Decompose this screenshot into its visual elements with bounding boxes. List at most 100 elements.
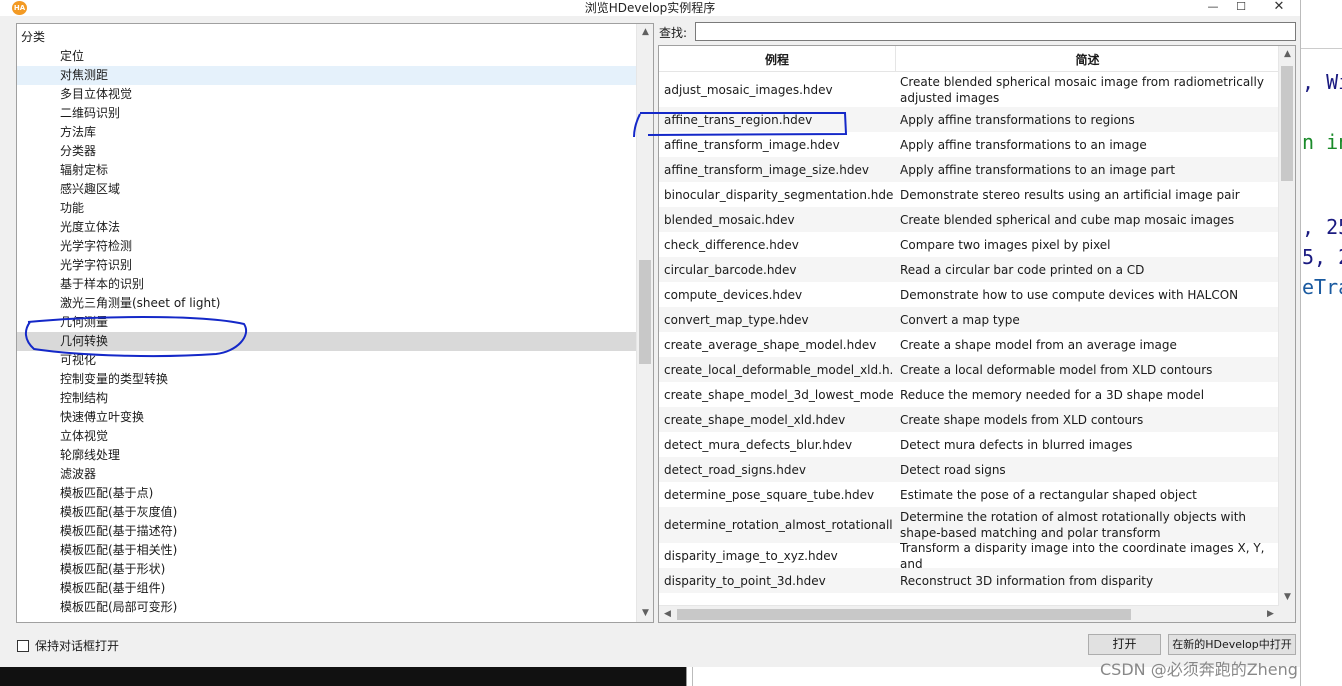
example-name-cell: detect_mura_defects_blur.hdev [664, 437, 853, 452]
examples-table: 例程 简述 adjust_mosaic_images.hdev Create bl… [658, 45, 1296, 623]
table-row[interactable]: affine_trans_region.hdev Apply affine tra… [659, 107, 1279, 132]
category-header: 分类 [21, 30, 46, 44]
example-name-cell: check_difference.hdev [664, 237, 799, 252]
category-item[interactable]: 几何转换 [17, 332, 637, 351]
watermark: CSDN @必须奔跑的Zheng [1100, 660, 1298, 679]
category-item[interactable]: 二维码识别 [17, 104, 637, 123]
category-item[interactable]: 模板匹配(基于描述符) [17, 522, 637, 541]
table-row[interactable]: disparity_image_to_xyz.hdev Transform a d… [659, 543, 1279, 568]
table-row[interactable]: detect_mura_defects_blur.hdev Detect mura… [659, 432, 1279, 457]
category-item[interactable]: 控制结构 [17, 389, 637, 408]
category-item[interactable]: 几何测量 [17, 313, 637, 332]
category-item[interactable]: 光学字符识别 [17, 256, 637, 275]
table-row[interactable]: blended_mosaic.hdev Create blended spheri… [659, 207, 1279, 232]
table-row[interactable]: binocular_disparity_segmentation.hdev Dem… [659, 182, 1279, 207]
example-description-cell: Create shape models from XLD contours [900, 412, 1144, 427]
example-name-cell: determine_rotation_almost_rotationall... [664, 518, 893, 532]
open-in-new-hdevelop-button[interactable]: 在新的HDevelop中打开 [1168, 634, 1296, 655]
open-button[interactable]: 打开 [1088, 634, 1161, 655]
editor-divider [1301, 48, 1342, 49]
category-item[interactable]: 模板匹配(基于相关性) [17, 541, 637, 560]
table-row[interactable]: detect_road_signs.hdev Detect road signs [659, 457, 1279, 482]
table-row[interactable]: convert_map_type.hdev Convert a map type [659, 307, 1279, 332]
table-row[interactable]: check_difference.hdev Compare two images … [659, 232, 1279, 257]
keep-open-option[interactable]: 保持对话框打开 [17, 637, 119, 654]
keep-open-checkbox[interactable] [17, 639, 29, 652]
category-item[interactable]: 模板匹配(基于形状) [17, 560, 637, 579]
category-item[interactable]: 功能 [17, 199, 637, 218]
category-item[interactable]: 模板匹配(基于组件) [17, 579, 637, 598]
category-item[interactable]: 定位 [17, 47, 637, 66]
example-description-cell: Reconstruct 3D information from disparit… [900, 573, 1154, 588]
scroll-right-arrow-icon[interactable]: ▶ [1262, 606, 1279, 622]
maximize-button[interactable]: ☐ [1224, 0, 1258, 16]
table-row[interactable]: create_average_shape_model.hdev Create a … [659, 332, 1279, 357]
category-item[interactable]: 可视化 [17, 351, 637, 370]
scroll-up-arrow-icon[interactable]: ▲ [637, 24, 653, 41]
category-item[interactable]: 模板匹配(局部可变形) [17, 598, 637, 617]
example-description-cell: Create a local deformable model from XLD… [900, 362, 1213, 377]
category-item[interactable]: 模板匹配(基于点) [17, 484, 637, 503]
table-row[interactable]: compute_devices.hdev Demonstrate how to u… [659, 282, 1279, 307]
example-description-cell: Apply affine transformations to regions [900, 112, 1135, 127]
table-row[interactable]: create_shape_model_3d_lowest_mode... Redu… [659, 382, 1279, 407]
code-fragment: , Wi [1302, 70, 1342, 94]
category-item[interactable]: 光学字符检测 [17, 237, 637, 256]
category-item[interactable]: 分类器 [17, 142, 637, 161]
scroll-down-arrow-icon[interactable]: ▼ [1279, 589, 1295, 606]
example-name-cell: affine_trans_region.hdev [664, 112, 813, 127]
scroll-left-arrow-icon[interactable]: ◀ [659, 606, 676, 622]
table-row[interactable]: determine_rotation_almost_rotationall...… [659, 507, 1279, 543]
example-description-cell: Convert a map type [900, 312, 1020, 327]
table-row[interactable]: affine_transform_image_size.hdev Apply af… [659, 157, 1279, 182]
scrollbar-thumb[interactable] [639, 260, 651, 364]
example-description-cell: Create blended spherical mosaic image fr… [900, 75, 1264, 105]
divider [692, 667, 693, 686]
category-item[interactable]: 多目立体视觉 [17, 85, 637, 104]
category-item[interactable]: 滤波器 [17, 465, 637, 484]
table-row[interactable]: adjust_mosaic_images.hdev Create blended … [659, 73, 1279, 107]
scrollbar-thumb[interactable] [677, 609, 1131, 620]
example-description-cell: Read a circular bar code printed on a CD [900, 262, 1145, 277]
category-item[interactable]: 快速傅立叶变换 [17, 408, 637, 427]
example-description-cell: Transform a disparity image into the coo… [900, 543, 1265, 568]
category-item[interactable]: 光度立体法 [17, 218, 637, 237]
category-item[interactable]: 辐射定标 [17, 161, 637, 180]
example-description-cell: Reduce the memory needed for a 3D shape … [900, 387, 1205, 402]
search-input[interactable] [695, 22, 1296, 41]
column-header-description[interactable]: 简述 [896, 46, 1279, 72]
column-header-name[interactable]: 例程 [659, 46, 896, 72]
table-row[interactable]: create_shape_model_xld.hdev Create shape … [659, 407, 1279, 432]
table-row[interactable]: disparity_to_point_3d.hdev Reconstruct 3D… [659, 568, 1279, 593]
category-panel: 分类 定位 对焦测距 多目立体视觉 二维码识别 方法库 分类器 辐射定标 感兴趣区域 功能 光度立… [16, 23, 654, 623]
code-fragment: eTra [1302, 275, 1342, 299]
category-item[interactable]: 激光三角测量(sheet of light) [17, 294, 637, 313]
category-item[interactable]: 轮廓线处理 [17, 446, 637, 465]
example-description-cell: Compare two images pixel by pixel [900, 237, 1111, 252]
category-item[interactable]: 立体视觉 [17, 427, 637, 446]
code-fragment: , 25 [1302, 215, 1342, 239]
example-name-cell: convert_map_type.hdev [664, 312, 809, 327]
scrollbar-thumb[interactable] [1281, 66, 1293, 181]
table-row[interactable]: determine_pose_square_tube.hdev Estimate … [659, 482, 1279, 507]
table-vertical-scrollbar[interactable]: ▲ ▼ [1278, 46, 1295, 622]
category-item[interactable]: 控制变量的类型转换 [17, 370, 637, 389]
category-item[interactable]: 感兴趣区域 [17, 180, 637, 199]
table-horizontal-scrollbar[interactable]: ◀ ▶ [659, 605, 1279, 622]
example-name-cell: circular_barcode.hdev [664, 262, 797, 277]
example-name-cell: create_shape_model_3d_lowest_mode... [664, 387, 893, 402]
scroll-up-arrow-icon[interactable]: ▲ [1279, 46, 1295, 63]
table-row[interactable]: create_local_deformable_model_xld.h... Cr… [659, 357, 1279, 382]
table-row[interactable]: affine_transform_image.hdev Apply affine … [659, 132, 1279, 157]
category-item[interactable]: 对焦测距 [17, 66, 637, 85]
example-name-cell: adjust_mosaic_images.hdev [664, 83, 833, 97]
table-row[interactable]: circular_barcode.hdev Read a circular bar… [659, 257, 1279, 282]
scroll-down-arrow-icon[interactable]: ▼ [637, 605, 653, 622]
example-description-cell: Create blended spherical and cube map mo… [900, 212, 1235, 227]
title-bar: HA 浏览HDevelop实例程序 — ☐ ✕ [0, 0, 1300, 16]
close-button[interactable]: ✕ [1258, 0, 1300, 16]
category-item[interactable]: 方法库 [17, 123, 637, 142]
category-item[interactable]: 基于样本的识别 [17, 275, 637, 294]
category-scrollbar[interactable]: ▲ ▼ [636, 24, 653, 622]
category-item[interactable]: 模板匹配(基于灰度值) [17, 503, 637, 522]
